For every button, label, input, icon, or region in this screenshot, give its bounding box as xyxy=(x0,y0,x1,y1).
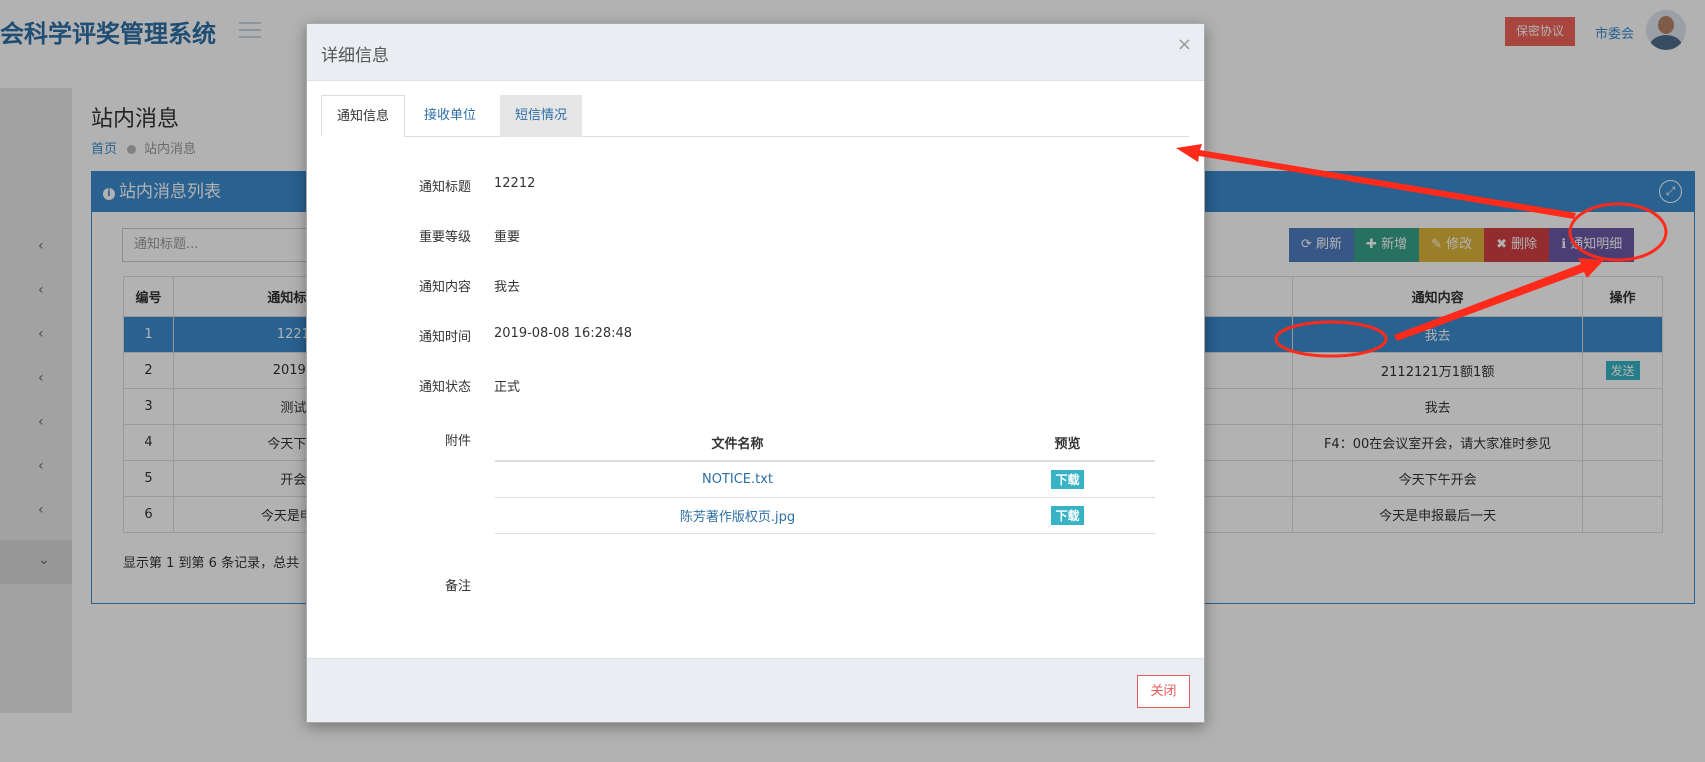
attachment-file-link[interactable]: 陈芳著作版权页.jpg xyxy=(495,497,980,534)
tab-receiving-units[interactable]: 接收单位 xyxy=(409,95,491,137)
field-value-content: 我去 xyxy=(494,280,521,295)
modal-header: 详细信息 × xyxy=(307,24,1204,81)
field-label-attachment: 附件 xyxy=(444,434,471,449)
field-label-time: 通知时间 xyxy=(418,330,471,345)
modal-tabs: 通知信息 接收单位 短信情况 xyxy=(321,95,1189,137)
field-label-level: 重要等级 xyxy=(418,230,471,245)
field-label-title: 通知标题 xyxy=(418,180,471,195)
field-label-content: 通知内容 xyxy=(418,280,471,295)
field-value-title: 12212 xyxy=(494,176,536,191)
download-button[interactable]: 下载 xyxy=(1051,469,1084,489)
column-header: 文件名称 xyxy=(495,425,980,462)
field-label-remark: 备注 xyxy=(444,579,471,594)
detail-modal: 详细信息 × 通知信息 接收单位 短信情况 通知标题 12212 重要等级 重要… xyxy=(306,23,1205,723)
modal-footer: 关闭 xyxy=(307,658,1204,722)
close-icon[interactable]: × xyxy=(1177,34,1192,55)
column-header: 预览 xyxy=(980,425,1155,462)
field-value-level: 重要 xyxy=(494,230,521,245)
attachment-file-link[interactable]: NOTICE.txt xyxy=(495,461,980,498)
attachment-row: 陈芳著作版权页.jpg 下载 xyxy=(495,497,1155,534)
close-button[interactable]: 关闭 xyxy=(1137,675,1190,708)
download-button[interactable]: 下载 xyxy=(1051,505,1084,525)
tab-sms-status[interactable]: 短信情况 xyxy=(500,95,583,137)
modal-title: 详细信息 xyxy=(321,46,389,66)
field-value-status: 正式 xyxy=(494,380,521,395)
tab-notice-info[interactable]: 通知信息 xyxy=(321,95,406,137)
field-value-time: 2019-08-08 16:28:48 xyxy=(494,326,633,341)
attachment-row: NOTICE.txt 下载 xyxy=(495,461,1155,498)
attachment-table: 文件名称 预览 NOTICE.txt 下载 陈芳著作版权页.jpg 下载 xyxy=(495,425,1155,534)
field-label-status: 通知状态 xyxy=(418,380,471,395)
